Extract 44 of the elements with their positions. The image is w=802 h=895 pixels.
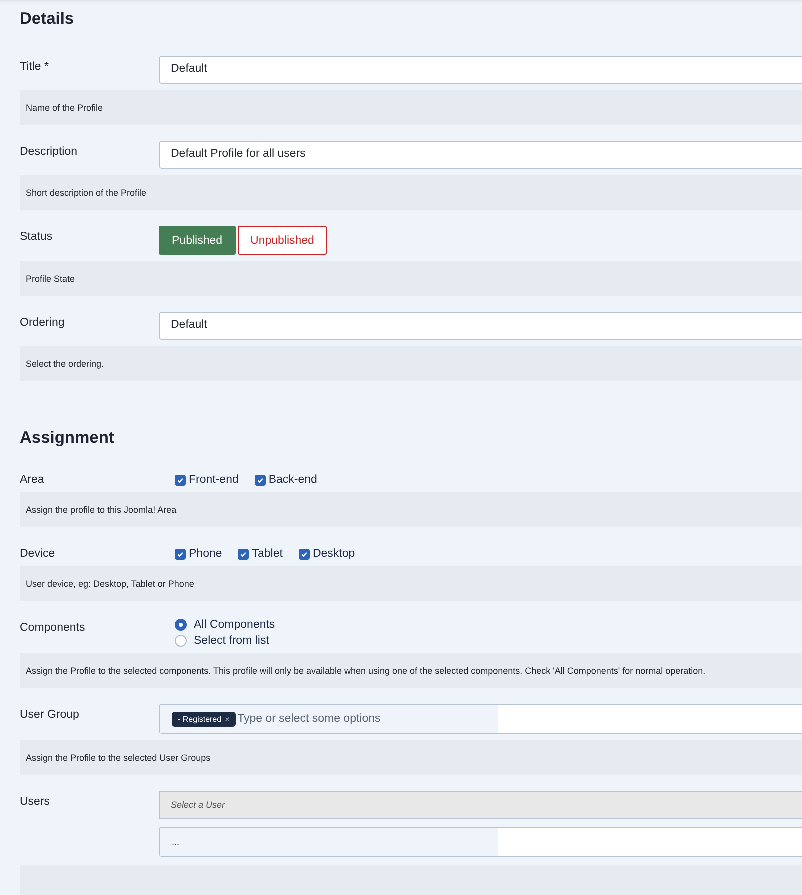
help-text: User device, eg: Desktop, Tablet or Phone [20, 566, 802, 601]
remove-icon[interactable] [224, 716, 230, 722]
help-text: Name of the Profile [20, 90, 802, 125]
section-heading: Details [20, 9, 76, 30]
checkbox[interactable] [175, 474, 186, 486]
checkbox-label[interactable]: Back-end [268, 474, 318, 486]
checkbox-label[interactable]: Front-end [189, 474, 239, 486]
help-text: Short description of the Profile [20, 175, 802, 210]
field-label: Description [20, 145, 79, 158]
text-field[interactable]: Default [159, 56, 802, 84]
tag-chip[interactable]: - Registered [172, 712, 236, 726]
field-label: Users [20, 795, 52, 808]
field-label: Components [20, 621, 86, 634]
field-label: Device [20, 547, 56, 560]
radio-button[interactable] [175, 635, 187, 647]
radio-label[interactable]: Select from list [194, 635, 270, 647]
help-text: Assign the profile to this Joomla! Area [20, 492, 802, 527]
checkbox-label[interactable]: Tablet [252, 548, 283, 560]
status-toggle-button[interactable]: Unpublished [238, 226, 328, 255]
help-text: Profile State [20, 261, 802, 296]
radio-label[interactable]: All Components [194, 619, 276, 631]
section-heading: Assignment [20, 428, 116, 449]
checkbox[interactable] [175, 548, 186, 560]
field-label: Ordering [20, 316, 66, 329]
checkbox[interactable] [238, 548, 250, 560]
user-select-field[interactable]: ... [159, 827, 802, 857]
checkbox[interactable] [254, 474, 266, 486]
checkbox-label[interactable]: Desktop [312, 548, 356, 560]
help-text: Select the ordering. [20, 346, 802, 381]
field-label: User Group [20, 708, 80, 721]
field-label: Area [20, 473, 46, 486]
field-label: Status [20, 230, 54, 243]
field-label: Title * [20, 60, 50, 73]
search-input[interactable]: Type or select some options [238, 713, 478, 725]
text-field[interactable]: Default [159, 312, 802, 340]
checkbox[interactable] [298, 548, 310, 560]
status-toggle-button[interactable]: Published [159, 226, 236, 255]
radio-button[interactable] [175, 619, 187, 631]
help-text: Assign the Profile to the selected components. This profile will only be available when using one of the selected components. Check 'All Components' for normal operation. [20, 653, 802, 688]
help-text: Assign the Profile to the selected User Groups [20, 740, 802, 775]
user-field[interactable]: Select a User [159, 791, 802, 819]
checkbox-label[interactable]: Phone [189, 548, 222, 560]
text-field[interactable]: Default Profile for all users [159, 141, 802, 169]
tag-select-field[interactable]: - Registered Type or select some options [159, 704, 802, 734]
